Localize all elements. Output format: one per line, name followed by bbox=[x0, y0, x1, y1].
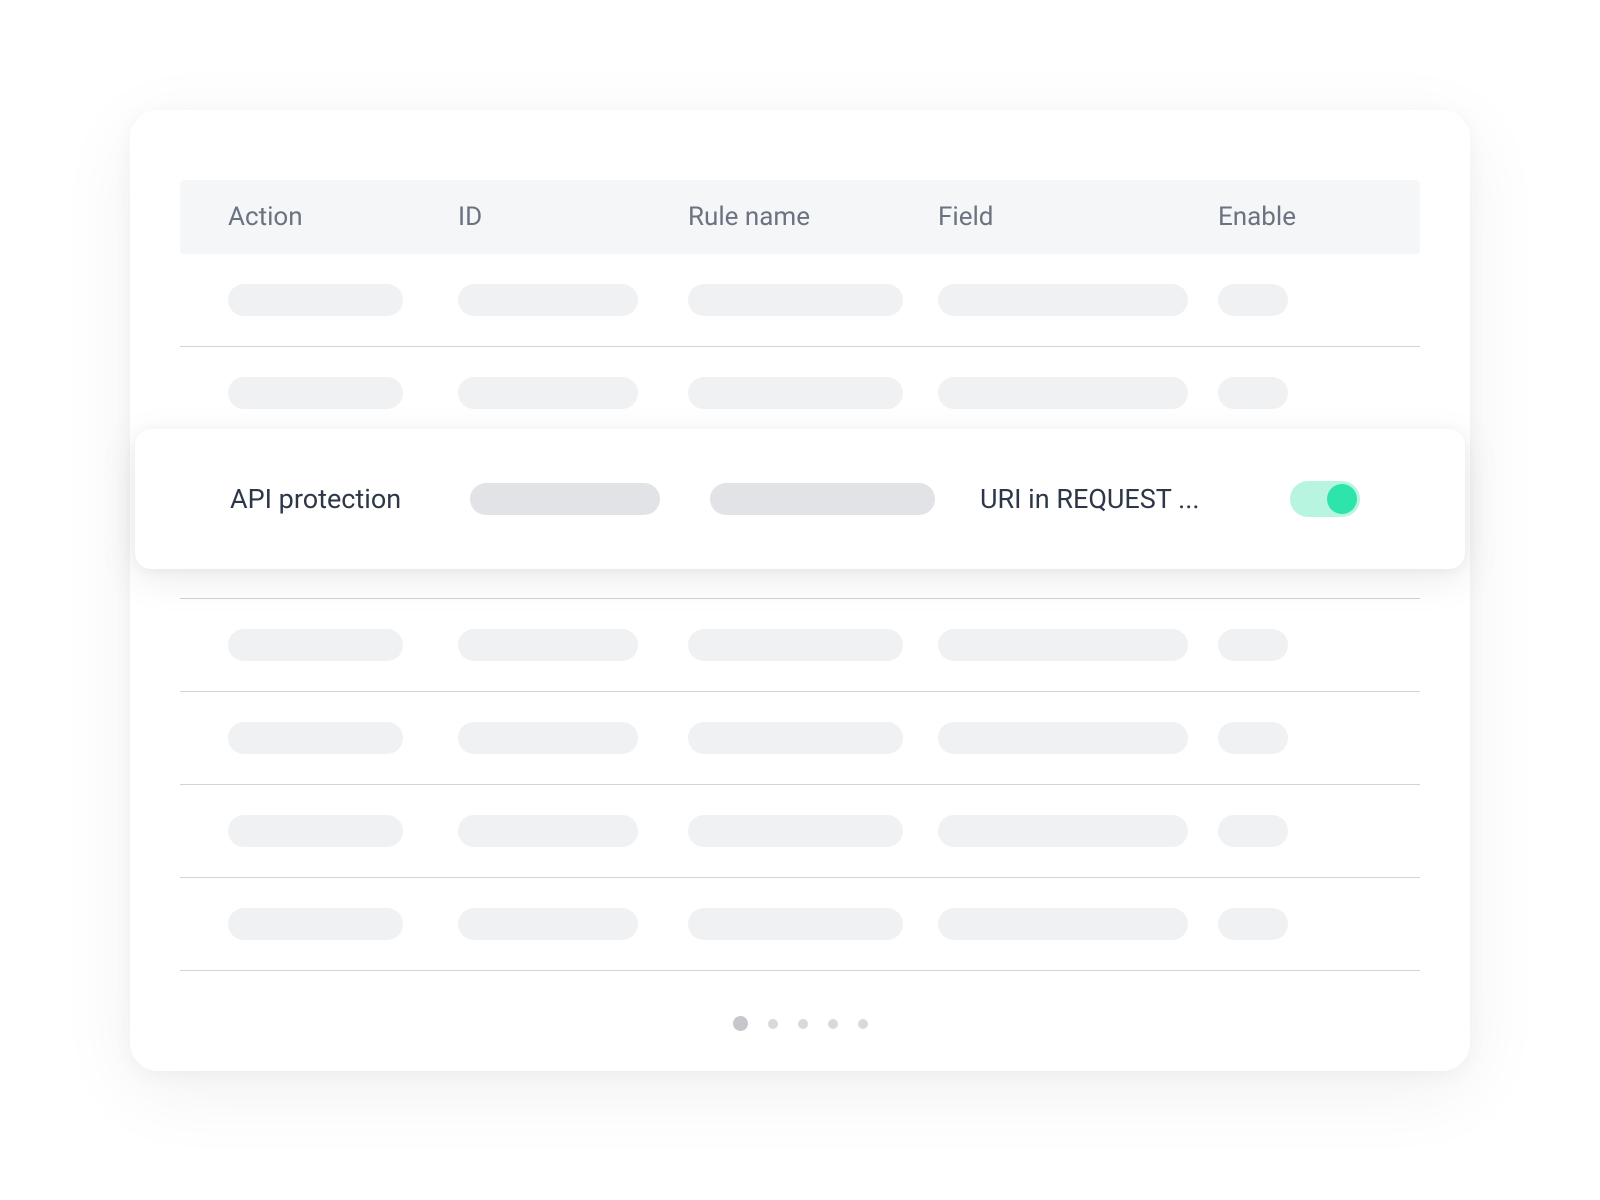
toggle-knob bbox=[1327, 484, 1357, 514]
pagination bbox=[180, 971, 1420, 1031]
table-row[interactable] bbox=[180, 347, 1420, 439]
table-header: Action ID Rule name Field Enable bbox=[180, 180, 1420, 254]
skeleton-placeholder bbox=[938, 815, 1188, 847]
skeleton-placeholder bbox=[688, 377, 903, 409]
table-row[interactable] bbox=[180, 878, 1420, 971]
skeleton-placeholder bbox=[938, 722, 1188, 754]
skeleton-placeholder bbox=[458, 908, 638, 940]
skeleton-placeholder bbox=[228, 629, 403, 661]
skeleton-placeholder bbox=[1218, 722, 1288, 754]
table-row[interactable] bbox=[180, 254, 1420, 347]
header-field: Field bbox=[938, 202, 1218, 232]
skeleton-placeholder bbox=[458, 284, 638, 316]
pagination-dot-1[interactable] bbox=[733, 1016, 748, 1031]
skeleton-placeholder bbox=[1218, 629, 1288, 661]
skeleton-placeholder bbox=[228, 815, 403, 847]
skeleton-placeholder bbox=[458, 629, 638, 661]
skeleton-placeholder bbox=[458, 815, 638, 847]
pagination-dot-4[interactable] bbox=[828, 1019, 838, 1029]
skeleton-placeholder bbox=[228, 377, 403, 409]
table-row[interactable] bbox=[180, 785, 1420, 878]
skeleton-placeholder bbox=[1218, 377, 1288, 409]
pagination-dot-2[interactable] bbox=[768, 1019, 778, 1029]
skeleton-placeholder bbox=[458, 722, 638, 754]
header-enable: Enable bbox=[1218, 202, 1372, 232]
rules-table: Action ID Rule name Field Enable API pro… bbox=[180, 180, 1420, 971]
skeleton-placeholder bbox=[938, 908, 1188, 940]
skeleton-placeholder bbox=[228, 284, 403, 316]
enable-toggle[interactable] bbox=[1290, 481, 1360, 517]
skeleton-placeholder bbox=[228, 908, 403, 940]
row-field-value: URI in REQUEST ... bbox=[980, 483, 1290, 515]
skeleton-placeholder bbox=[228, 722, 403, 754]
header-rule-name: Rule name bbox=[688, 202, 938, 232]
skeleton-placeholder bbox=[1218, 284, 1288, 316]
skeleton-placeholder bbox=[688, 722, 903, 754]
header-action: Action bbox=[228, 202, 458, 232]
skeleton-placeholder bbox=[938, 284, 1188, 316]
header-id: ID bbox=[458, 202, 688, 232]
skeleton-placeholder bbox=[688, 629, 903, 661]
skeleton-placeholder bbox=[688, 908, 903, 940]
skeleton-placeholder bbox=[1218, 908, 1288, 940]
skeleton-placeholder bbox=[938, 377, 1188, 409]
skeleton-placeholder bbox=[938, 629, 1188, 661]
row-action-value: API protection bbox=[230, 483, 470, 515]
pagination-dot-5[interactable] bbox=[858, 1019, 868, 1029]
skeleton-placeholder bbox=[688, 284, 903, 316]
rules-card: Action ID Rule name Field Enable API pro… bbox=[130, 110, 1470, 1071]
table-row[interactable] bbox=[180, 599, 1420, 692]
skeleton-placeholder bbox=[710, 483, 935, 515]
highlighted-row[interactable]: API protection URI in REQUEST ... bbox=[135, 429, 1465, 569]
skeleton-placeholder bbox=[688, 815, 903, 847]
pagination-dot-3[interactable] bbox=[798, 1019, 808, 1029]
skeleton-placeholder bbox=[458, 377, 638, 409]
skeleton-placeholder bbox=[1218, 815, 1288, 847]
table-row[interactable] bbox=[180, 692, 1420, 785]
skeleton-placeholder bbox=[470, 483, 660, 515]
